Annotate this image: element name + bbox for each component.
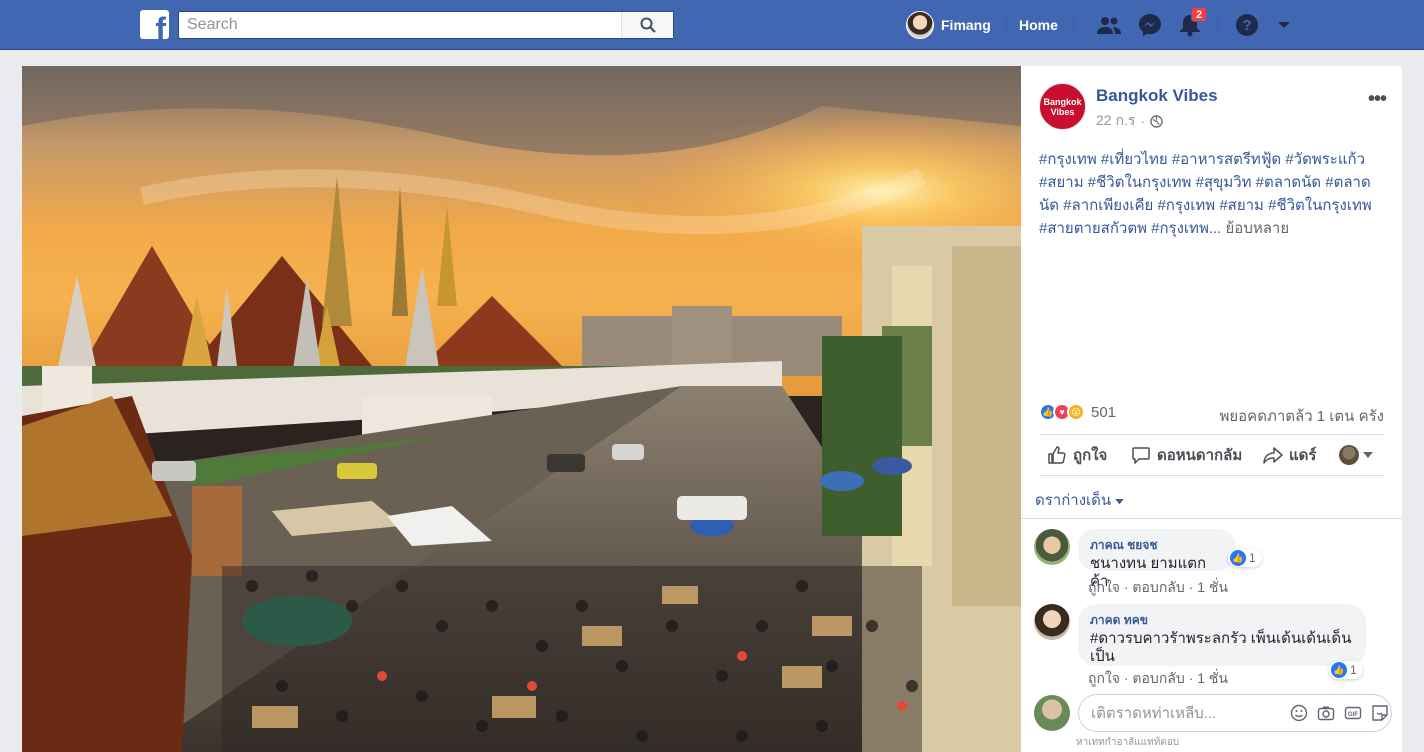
meta-separator: · xyxy=(1140,113,1146,129)
composer-hint: หาเททกำอาลัแแทท้ดอบ xyxy=(1076,737,1180,748)
post-detail-panel: Bangkok Vibes Bangkok Vibes 22 ก.ร · •••… xyxy=(1021,66,1402,752)
svg-text:?: ? xyxy=(1242,17,1251,34)
like-button[interactable]: ถูกใจ xyxy=(1047,443,1107,467)
search-input[interactable] xyxy=(179,12,621,38)
camera-icon[interactable] xyxy=(1317,704,1335,722)
messenger-icon[interactable] xyxy=(1137,12,1163,38)
comment-text: #ดาวรบคาวรัาพระลกรัว เพ็นเด้นเด้นเด็นเป็… xyxy=(1090,630,1352,665)
chevron-down-icon xyxy=(1363,451,1373,458)
current-user-avatar xyxy=(1034,695,1070,731)
comment-bubble: ภาคด ทคข #ดาวรบคาวรัาพระลกรัว เพ็นเด้นเด… xyxy=(1078,604,1366,666)
facebook-logo[interactable]: f xyxy=(140,10,169,39)
share-icon xyxy=(1263,447,1283,464)
chevron-down-icon xyxy=(1115,499,1125,505)
post-options-more-icon[interactable]: ••• xyxy=(1368,88,1387,111)
sticker-icon[interactable] xyxy=(1371,704,1389,722)
svg-text:GIF: GIF xyxy=(1348,712,1358,718)
comment-input[interactable] xyxy=(1091,704,1290,722)
search-icon xyxy=(640,17,656,33)
page-name-link[interactable]: Bangkok Vibes xyxy=(1096,86,1218,106)
home-link[interactable]: Home xyxy=(1019,17,1058,33)
composer-icons: GIF xyxy=(1290,704,1399,722)
post-message: #กรุงเทพ #เที่ยวไทย #อาหารสตรีทฟู้ด #วัด… xyxy=(1039,148,1389,240)
comment-author-name[interactable]: ภาคด ทคข xyxy=(1090,611,1354,630)
see-more-link[interactable]: ย้อบหลาย xyxy=(1226,220,1290,237)
user-name: Fimang xyxy=(941,17,991,33)
comment-like-count[interactable]: 👍 1 xyxy=(1228,549,1262,567)
post-hashtags[interactable]: #กรุงเทพ #เที่ยวไทย #อาหารสตรีทฟู้ด #วัด… xyxy=(1039,151,1372,237)
divider xyxy=(1021,518,1402,519)
globe-icon[interactable] xyxy=(1150,114,1163,128)
like-label: ถูกใจ xyxy=(1073,447,1108,464)
page-avatar[interactable]: Bangkok Vibes xyxy=(1039,83,1086,130)
comment-item: ภาคณ ชยจช ชนางทน ยามแตกค้า 👍 1 ถูกใจ · ต… xyxy=(1034,529,1394,599)
comment-author-name[interactable]: ภาคณ ชยจช xyxy=(1090,536,1224,555)
post-photo[interactable] xyxy=(22,66,1021,752)
like-reaction-icon: 👍 xyxy=(1230,550,1246,566)
post-meta: 22 ก.ร · xyxy=(1096,110,1163,132)
post-actions-bar: ถูกใจ ดอหนดากลัม แดร์ xyxy=(1039,434,1385,476)
comment-button[interactable]: ดอหนดากลัม xyxy=(1131,443,1242,467)
wow-reaction-icon: 😮 xyxy=(1067,403,1085,421)
nav-divider xyxy=(1073,16,1074,34)
search-button[interactable] xyxy=(621,12,673,38)
commenter-avatar xyxy=(1339,445,1359,465)
nav-divider xyxy=(1006,16,1007,34)
comment-label: ดอหนดากลัม xyxy=(1157,447,1243,464)
post-timestamp[interactable]: 22 ก.ร xyxy=(1096,110,1135,132)
share-button[interactable]: แดร์ xyxy=(1263,443,1316,467)
nav-divider xyxy=(1217,16,1218,34)
comment-like-number: 1 xyxy=(1350,663,1357,677)
comment-as-selector[interactable] xyxy=(1339,445,1373,465)
user-avatar xyxy=(906,11,934,39)
comment-like-count[interactable]: 👍 1 xyxy=(1329,661,1363,679)
friend-requests-icon[interactable] xyxy=(1096,12,1122,38)
share-label: แดร์ xyxy=(1289,447,1317,464)
comment-sort-label: ดราก่างเด็น xyxy=(1035,492,1112,509)
comment-bubble: ภาคณ ชยจช ชนางทน ยามแตกค้า xyxy=(1078,529,1236,590)
comment-author-avatar[interactable] xyxy=(1034,529,1070,565)
comment-author-avatar[interactable] xyxy=(1034,604,1070,640)
reaction-count: 501 xyxy=(1091,403,1117,421)
comment-actions[interactable]: ถูกใจ · ตอบกลับ · 1 ชั่น xyxy=(1088,668,1228,690)
comment-item: ภาคด ทคข #ดาวรบคาวรัาพระลกรัว เพ็นเด้นเด… xyxy=(1034,604,1394,690)
like-reaction-icon: 👍 xyxy=(1331,662,1347,678)
view-count[interactable]: พยอคดภาตล้ว 1 เตน ครัง xyxy=(1219,404,1384,428)
comment-icon xyxy=(1132,447,1150,464)
notifications-badge: 2 xyxy=(1191,7,1208,22)
help-icon[interactable]: ? xyxy=(1234,12,1260,38)
bangkok-sunset-street-photo xyxy=(22,66,1021,752)
thumbs-up-icon xyxy=(1048,446,1066,464)
reactions-summary[interactable]: 👍 ♥ 😮 501 xyxy=(1039,403,1116,421)
gif-icon[interactable]: GIF xyxy=(1344,704,1362,722)
write-comment-row: GIF xyxy=(1034,693,1392,733)
account-menu-chevron-icon[interactable] xyxy=(1271,12,1297,38)
comment-actions[interactable]: ถูกใจ · ตอบกลับ · 1 ชั่น xyxy=(1088,577,1228,599)
profile-link[interactable]: Fimang xyxy=(906,0,991,50)
emoji-icon[interactable] xyxy=(1290,704,1308,722)
top-navigation-bar: f Fimang Home 2 ? xyxy=(0,0,1424,50)
search-bar xyxy=(178,11,674,39)
comment-sort-dropdown[interactable]: ดราก่างเด็น xyxy=(1035,488,1125,512)
comment-composer: GIF xyxy=(1078,694,1392,732)
notifications-icon[interactable]: 2 xyxy=(1177,7,1208,38)
comment-like-number: 1 xyxy=(1249,551,1256,565)
